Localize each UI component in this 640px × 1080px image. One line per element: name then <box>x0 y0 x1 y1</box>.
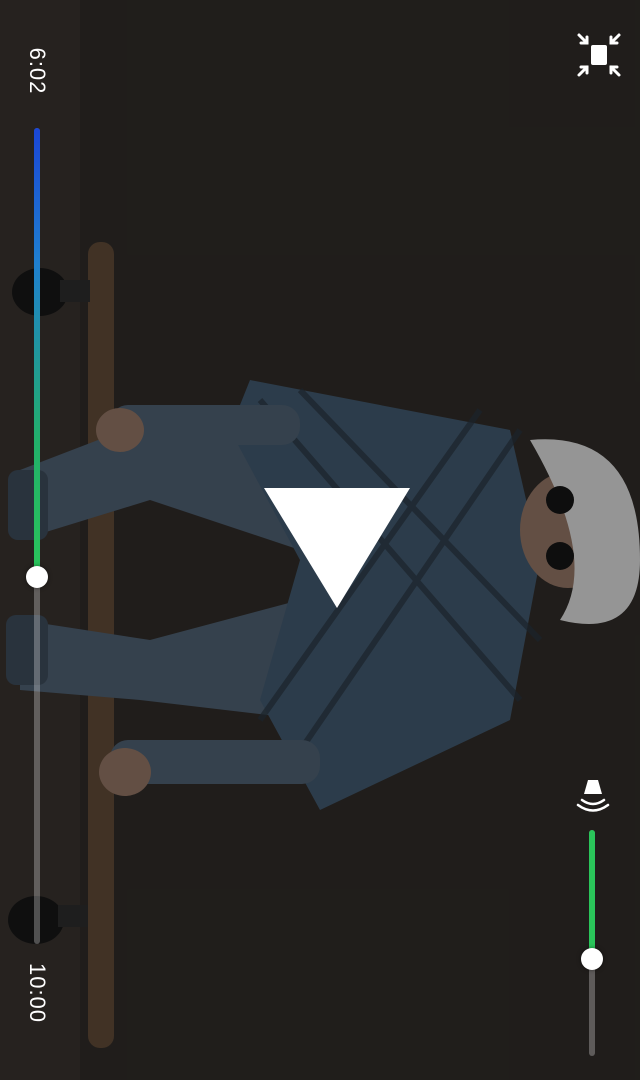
play-icon <box>264 488 410 608</box>
seek-thumb[interactable] <box>26 566 48 588</box>
total-duration: 10:00 <box>25 962 50 1024</box>
seek-progress <box>34 128 40 577</box>
volume-level <box>589 830 595 959</box>
volume-button[interactable] <box>576 778 610 814</box>
seek-bar[interactable] <box>26 128 48 944</box>
exit-fullscreen-icon <box>577 33 621 77</box>
video-player[interactable]: 6:02 10:00 <box>0 0 640 1080</box>
speaker-icon <box>576 780 610 812</box>
volume-thumb[interactable] <box>581 948 603 970</box>
exit-fullscreen-button[interactable] <box>576 32 622 78</box>
play-button[interactable] <box>264 488 410 610</box>
volume-slider[interactable] <box>581 830 603 1056</box>
elapsed-time: 6:02 <box>25 47 50 95</box>
